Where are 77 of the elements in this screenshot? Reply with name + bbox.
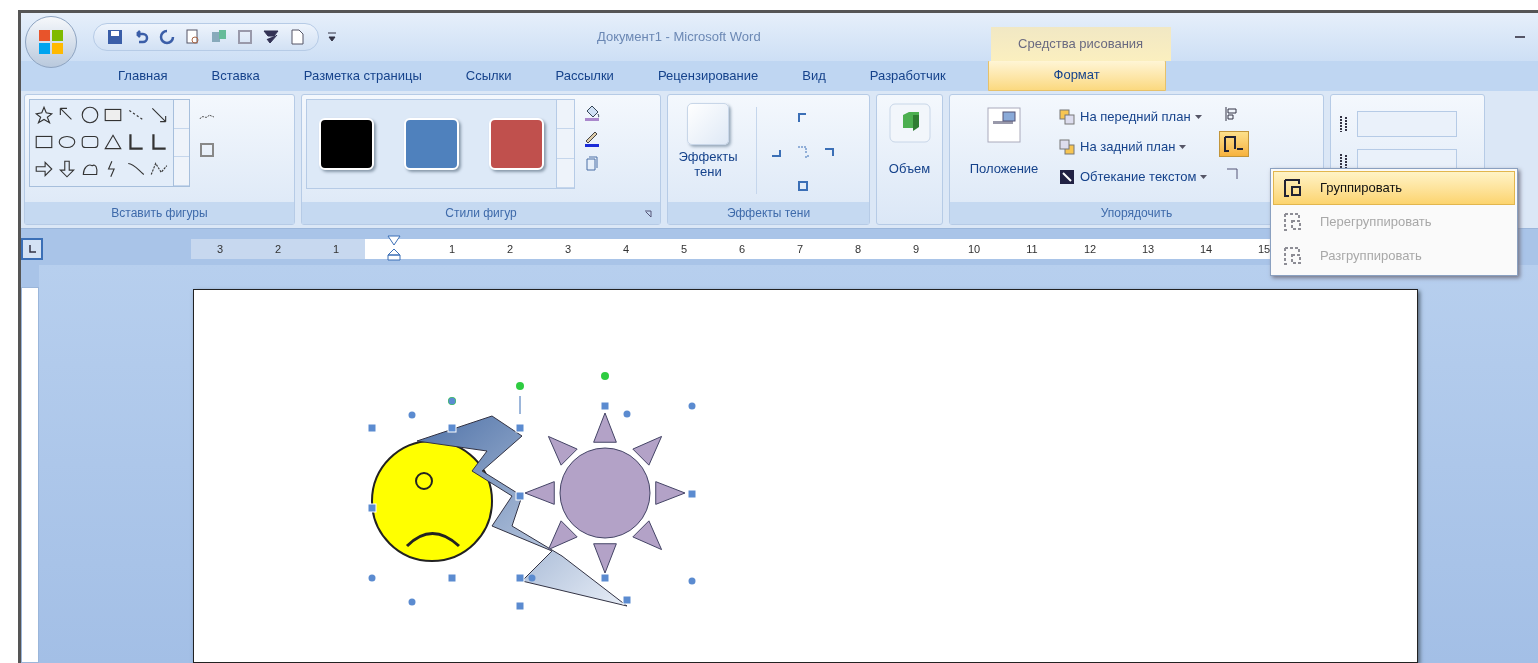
ruler-number: 4: [621, 242, 631, 257]
ruler-number: 12: [1082, 242, 1098, 257]
arrange-command[interactable]: Обтекание текстом: [1058, 165, 1208, 189]
shape-style-swatch[interactable]: [404, 118, 459, 170]
shadow-effects-button[interactable]: Эффекты тени: [672, 99, 744, 202]
arrange-command[interactable]: На задний план: [1058, 135, 1208, 159]
shape-icon[interactable]: [80, 104, 100, 126]
ruler-number: 3: [563, 242, 573, 257]
office-logo-icon: [36, 27, 66, 57]
shape-icon[interactable]: [126, 131, 146, 153]
cube-icon: [888, 103, 931, 143]
ribbon-tab[interactable]: Рецензирование: [635, 61, 781, 91]
ruler-number: 6: [737, 242, 747, 257]
position-button[interactable]: Положение: [954, 99, 1054, 202]
ruler-number: 1: [447, 242, 457, 257]
tab-selector-button[interactable]: [21, 238, 43, 260]
caret-icon: [1194, 115, 1202, 119]
caret-icon: [1179, 145, 1187, 149]
width-icon: [1340, 154, 1348, 170]
group-objects-icon: [1282, 211, 1304, 233]
ruler-number: 13: [1140, 242, 1156, 257]
context-tab-group-label: Средства рисования: [990, 27, 1171, 61]
new-document-icon[interactable]: [288, 28, 306, 46]
group-objects-icon: [1223, 135, 1246, 153]
group-objects-icon: [1282, 245, 1304, 267]
shape-icon[interactable]: [34, 104, 54, 126]
ruler-number: 14: [1198, 242, 1214, 257]
window-title: Документ1 - Microsoft Word: [597, 28, 761, 47]
group-objects-icon: [1282, 177, 1304, 199]
group-label: Эффекты тени: [668, 202, 869, 224]
layer-icon: [1058, 138, 1076, 156]
dialog-launcher-icon[interactable]: [644, 210, 652, 218]
shape-icon[interactable]: [149, 131, 169, 153]
menu-item[interactable]: Группировать: [1273, 171, 1515, 205]
ruler-number: 2: [249, 239, 307, 259]
shape-style-swatch[interactable]: [489, 118, 544, 170]
caret-icon: [1200, 175, 1208, 179]
ruler-number: 3: [191, 239, 249, 259]
ribbon-tab[interactable]: Главная: [96, 61, 190, 91]
group-button[interactable]: [1219, 131, 1250, 157]
ribbon-tab[interactable]: Вид: [780, 61, 848, 91]
page-position-icon: [987, 107, 1021, 143]
height-icon: [1340, 116, 1348, 132]
shape-style-swatch[interactable]: [319, 118, 374, 170]
ruler-number: 5: [679, 242, 689, 257]
shape-icon[interactable]: [34, 158, 54, 180]
redo-icon[interactable]: [158, 28, 176, 46]
customize-toolbar-icon[interactable]: [327, 31, 337, 43]
spin-field[interactable]: [1357, 111, 1457, 137]
ribbon-tab[interactable]: Разработчик: [847, 61, 968, 91]
ribbon-tab[interactable]: Формат: [987, 59, 1166, 91]
layer-icon: [1058, 168, 1076, 186]
layer-icon: [1058, 108, 1076, 126]
ribbon-tab[interactable]: Рассылки: [533, 61, 636, 91]
left-tab-icon: [27, 244, 37, 254]
group-label: Стили фигур: [302, 202, 660, 224]
ruler-number: 1: [307, 239, 365, 259]
ruler-number: 2: [505, 242, 515, 257]
shape-icon[interactable]: [57, 158, 77, 180]
ruler-number: 8: [853, 242, 863, 257]
office-button[interactable]: [25, 16, 77, 68]
ruler-number: 10: [966, 242, 982, 257]
arrange-command[interactable]: На передний план: [1058, 105, 1208, 129]
ruler-number: 9: [911, 242, 921, 257]
shadow-preview-icon: [687, 103, 729, 145]
ruler-number: 7: [795, 242, 805, 257]
ribbon-tab[interactable]: Вставка: [189, 61, 282, 91]
group-label: Вставить фигуры: [25, 202, 294, 224]
print-preview-icon[interactable]: [184, 28, 202, 46]
ruler-number: 15: [1256, 242, 1272, 257]
save-icon[interactable]: [106, 28, 124, 46]
indent-marker-icon[interactable]: [387, 235, 401, 261]
ruler-number: 11: [1025, 242, 1039, 257]
pen-icon[interactable]: [583, 129, 601, 147]
ribbon-tab[interactable]: Ссылки: [443, 61, 534, 91]
ribbon-tab[interactable]: Разметка страницы: [281, 61, 444, 91]
fill-bucket-icon[interactable]: [583, 103, 601, 121]
